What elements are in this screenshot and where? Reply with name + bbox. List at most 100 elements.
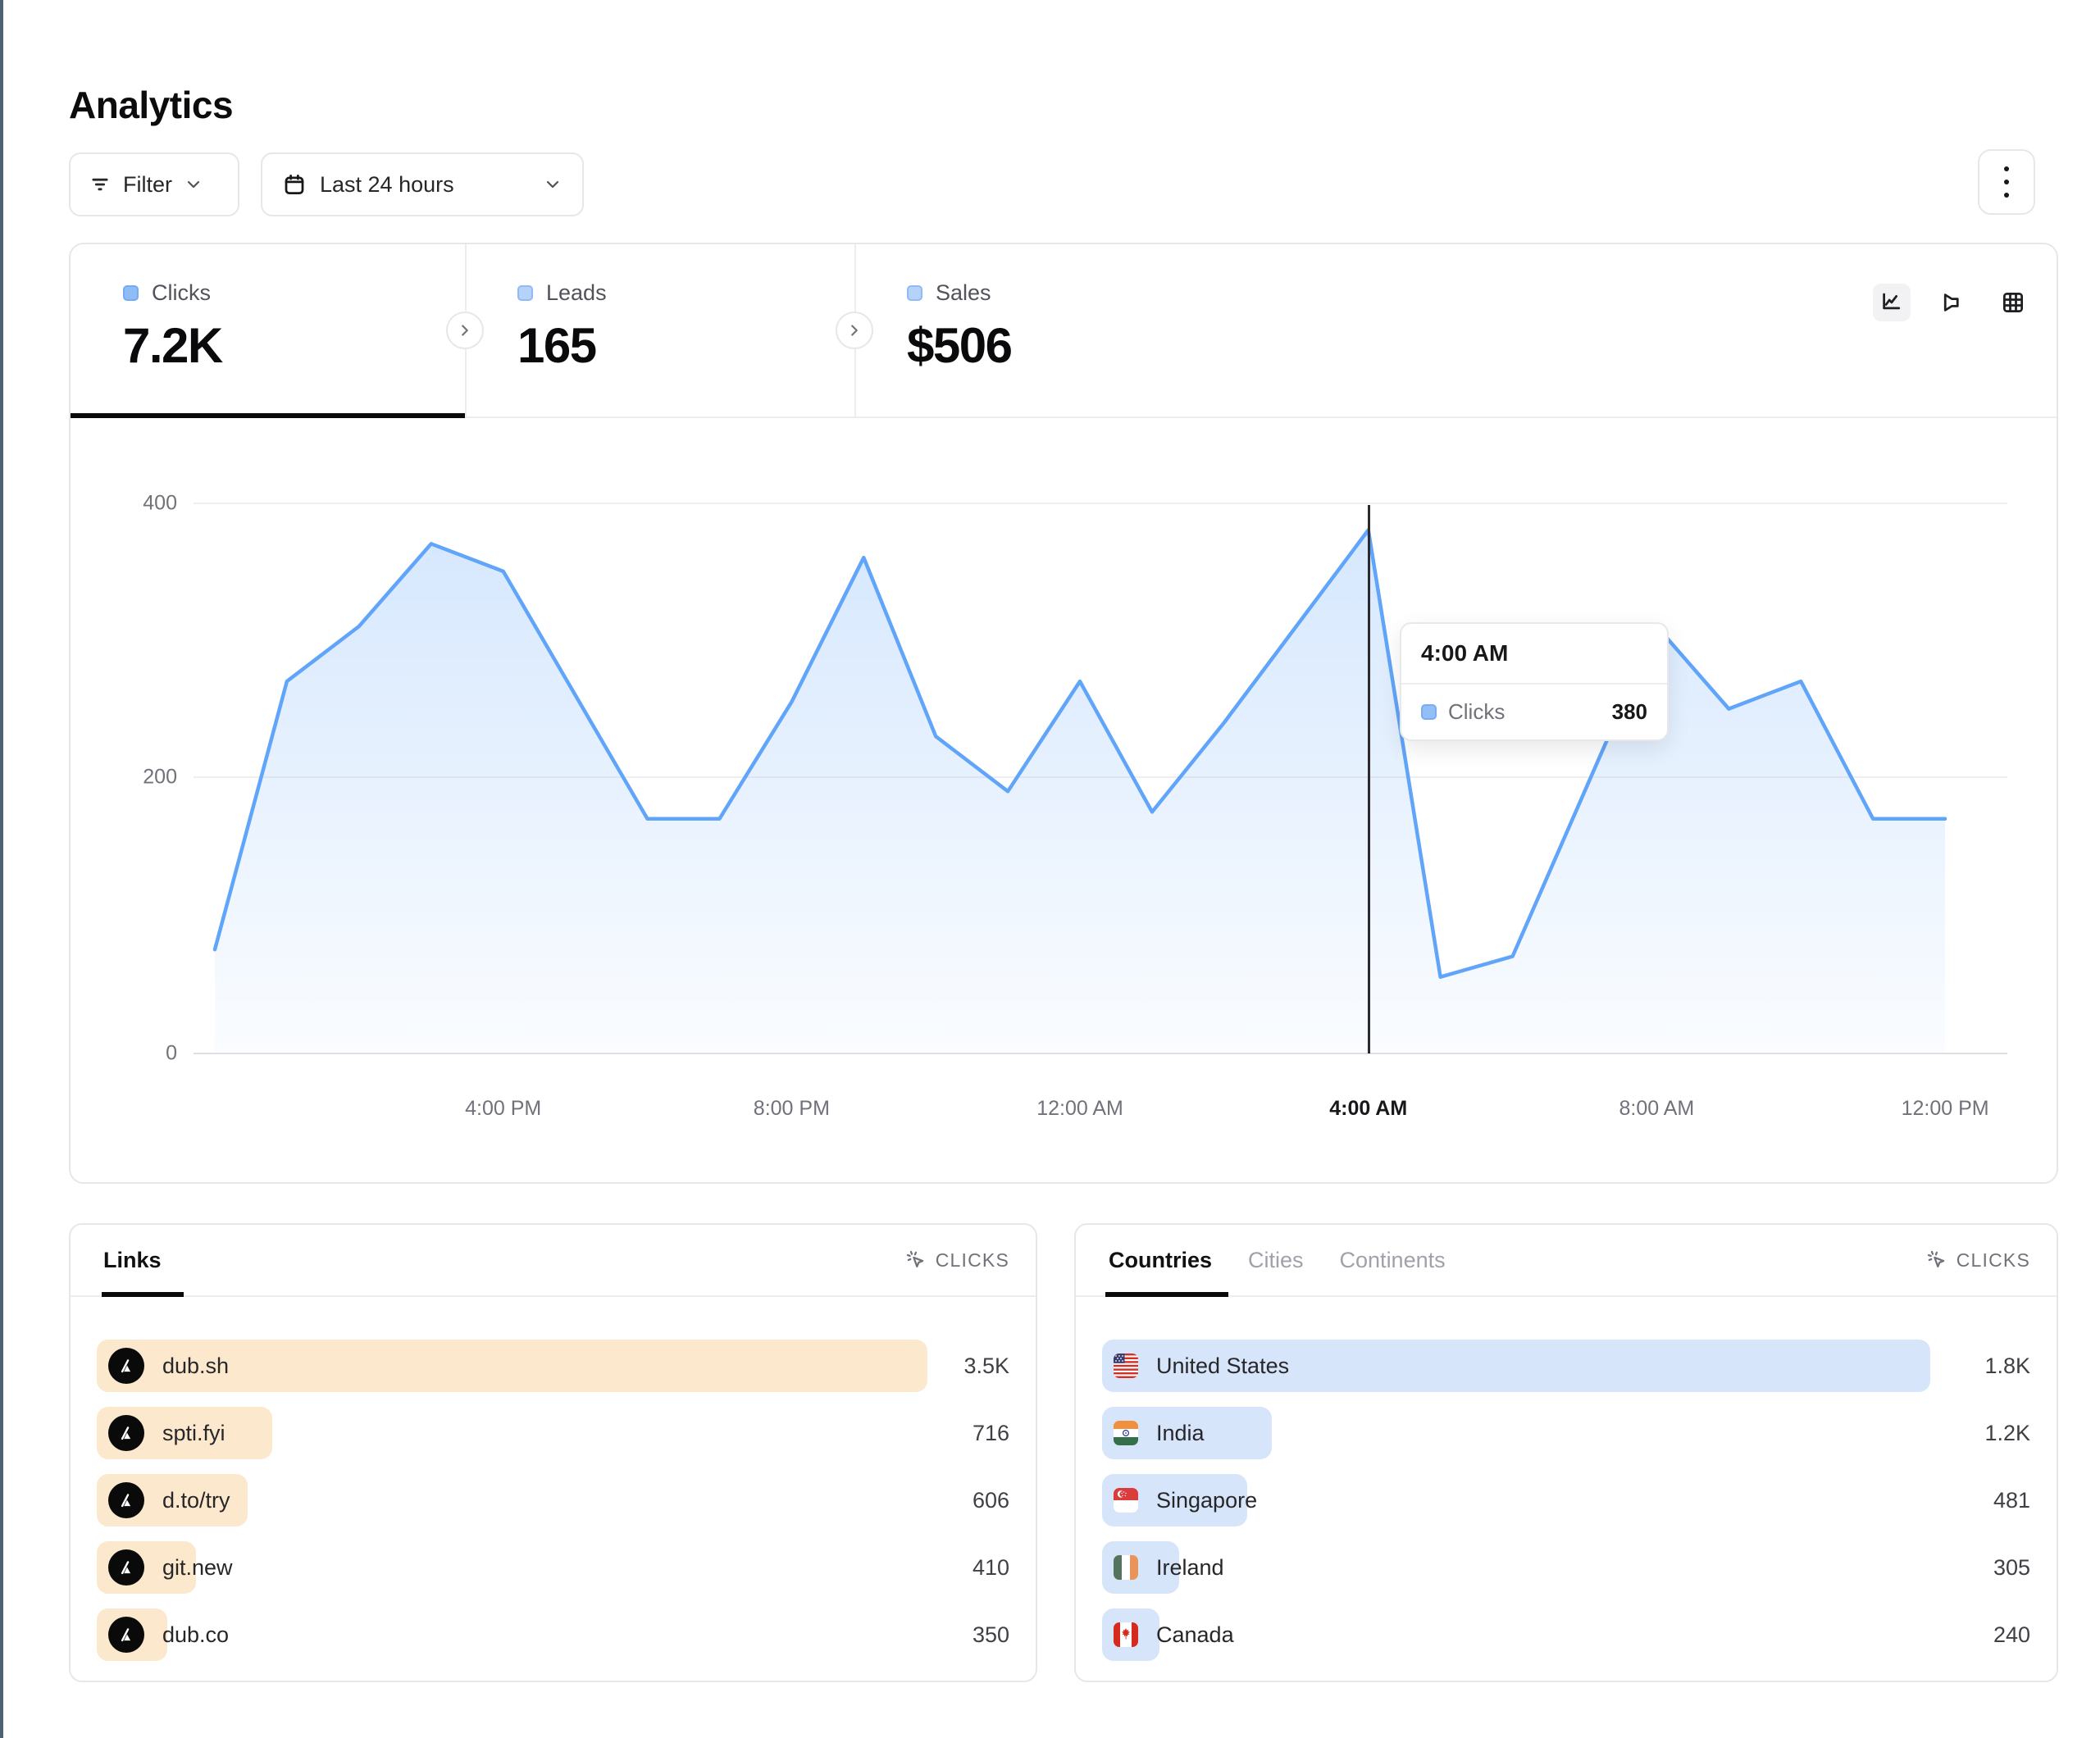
page-title: Analytics: [69, 83, 233, 127]
link-row[interactable]: spti.fyi 716: [97, 1407, 1009, 1459]
tab-continents[interactable]: Continents: [1340, 1248, 1446, 1273]
chevron-down-icon: [543, 175, 563, 194]
x-axis-tick: 12:00 PM: [1902, 1097, 1989, 1121]
x-axis-tick: 12:00 AM: [1036, 1097, 1123, 1121]
link-label: spti.fyi: [162, 1421, 225, 1446]
link-row[interactable]: dub.sh 3.5K: [97, 1340, 1009, 1392]
x-axis-tick: 8:00 AM: [1619, 1097, 1695, 1121]
singapore-flag-icon: [1114, 1488, 1138, 1513]
active-tab-underline: [1105, 1292, 1228, 1297]
kebab-menu-icon: [2004, 166, 2009, 198]
date-range-button[interactable]: Last 24 hours: [261, 152, 584, 216]
country-row[interactable]: Ireland 305: [1102, 1541, 2030, 1594]
y-axis-tick: 200: [103, 766, 177, 789]
country-row[interactable]: Canada 240: [1102, 1608, 2030, 1661]
line-chart-toggle[interactable]: [1873, 284, 1911, 321]
x-axis-labels: 4:00 PM8:00 PM12:00 AM4:00 AM8:00 AM12:0…: [71, 1097, 2057, 1130]
dub-favicon-icon: [108, 1348, 144, 1384]
link-clicks-value: 606: [973, 1474, 1009, 1526]
active-tab-underline: [102, 1292, 184, 1297]
y-axis-tick: 0: [103, 1042, 177, 1066]
cursor-click-icon: [905, 1249, 927, 1272]
filter-button[interactable]: Filter: [69, 152, 239, 216]
sales-legend-swatch: [907, 285, 922, 301]
link-clicks-value: 3.5K: [963, 1340, 1009, 1392]
links-metric-label: CLICKS: [936, 1249, 1009, 1272]
expand-leads-button[interactable]: [446, 312, 484, 349]
country-row[interactable]: United States 1.8K: [1102, 1340, 2030, 1392]
tab-sales[interactable]: Sales $506: [854, 244, 1428, 416]
dub-favicon-icon: [108, 1482, 144, 1518]
tab-clicks[interactable]: Clicks 7.2K: [71, 244, 465, 416]
filter-button-label: Filter: [123, 172, 172, 198]
sales-label: Sales: [936, 280, 991, 306]
links-rows: dub.sh 3.5K spti.fyi 716 d.to/try 606: [97, 1340, 1009, 1676]
tab-links[interactable]: Links: [103, 1248, 162, 1273]
link-clicks-value: 350: [973, 1608, 1009, 1661]
links-metric-toggle[interactable]: CLICKS: [905, 1249, 1009, 1272]
x-axis-tick: 4:00 AM: [1329, 1097, 1407, 1121]
table-view-toggle[interactable]: [1994, 284, 2032, 321]
link-label: d.to/try: [162, 1488, 230, 1513]
dub-favicon-icon: [108, 1415, 144, 1451]
filter-icon: [89, 173, 112, 196]
country-label: Singapore: [1156, 1488, 1257, 1513]
line-chart-icon: [1879, 290, 1904, 315]
link-row[interactable]: dub.co 350: [97, 1608, 1009, 1661]
y-axis-tick: 400: [103, 492, 177, 516]
india-flag-icon: [1114, 1421, 1138, 1445]
ireland-flag-icon: [1114, 1555, 1138, 1580]
country-row[interactable]: Singapore 481: [1102, 1474, 2030, 1526]
funnel-chart-toggle[interactable]: [1934, 284, 1971, 321]
chevron-down-icon: [184, 175, 203, 194]
dub-favicon-icon: [108, 1549, 144, 1586]
clicks-label: Clicks: [152, 280, 211, 306]
chart-tooltip: 4:00 AM Clicks 380: [1400, 622, 1669, 741]
x-axis-tick: 8:00 PM: [754, 1097, 830, 1121]
country-label: India: [1156, 1421, 1205, 1446]
link-clicks-value: 410: [973, 1541, 1009, 1594]
tab-countries[interactable]: Countries: [1109, 1248, 1212, 1273]
tooltip-series-swatch: [1421, 704, 1437, 720]
chart-type-toggles: [1873, 284, 2032, 321]
country-clicks-value: 240: [1993, 1608, 2030, 1661]
canada-flag-icon: [1114, 1622, 1138, 1647]
chart-crosshair: [1368, 505, 1370, 1053]
analytics-card: Clicks 7.2K Leads 165 Sales $506: [69, 243, 2058, 1184]
active-tab-underline: [71, 413, 465, 418]
stats-tabs-row: Clicks 7.2K Leads 165 Sales $506: [71, 244, 2057, 418]
leads-value: 165: [517, 317, 854, 374]
country-clicks-value: 481: [1993, 1474, 2030, 1526]
sales-value: $506: [907, 317, 1428, 374]
geo-metric-toggle[interactable]: CLICKS: [1926, 1249, 2030, 1272]
expand-sales-button[interactable]: [836, 312, 873, 349]
geo-metric-label: CLICKS: [1957, 1249, 2030, 1272]
funnel-chart-icon: [1940, 290, 1965, 315]
tooltip-value: 380: [1612, 699, 1647, 725]
united-states-flag-icon: [1114, 1354, 1138, 1378]
more-options-button[interactable]: [1978, 149, 2035, 215]
clicks-legend-swatch: [123, 285, 139, 301]
geo-rows: United States 1.8K India 1.2K Singapore: [1102, 1340, 2030, 1676]
tab-cities[interactable]: Cities: [1248, 1248, 1304, 1273]
leads-legend-swatch: [517, 285, 533, 301]
chart-area-path: [215, 530, 1945, 1053]
clicks-area-chart[interactable]: [194, 490, 2007, 1056]
country-label: Canada: [1156, 1622, 1234, 1648]
link-row[interactable]: d.to/try 606: [97, 1474, 1009, 1526]
dub-favicon-icon: [108, 1617, 144, 1653]
clicks-value: 7.2K: [123, 317, 465, 374]
tab-leads[interactable]: Leads 165: [465, 244, 854, 416]
leads-label: Leads: [546, 280, 607, 306]
link-row[interactable]: git.new 410: [97, 1541, 1009, 1594]
calendar-icon: [282, 172, 307, 197]
cursor-click-icon: [1926, 1249, 1948, 1272]
country-label: United States: [1156, 1354, 1289, 1379]
link-clicks-value: 716: [973, 1407, 1009, 1459]
country-row[interactable]: India 1.2K: [1102, 1407, 2030, 1459]
country-clicks-value: 305: [1993, 1541, 2030, 1594]
geo-panel: Countries Cities Continents CLICKS Unite…: [1074, 1223, 2058, 1682]
tooltip-time: 4:00 AM: [1401, 624, 1667, 685]
link-label: git.new: [162, 1555, 233, 1581]
country-label: Ireland: [1156, 1555, 1224, 1581]
